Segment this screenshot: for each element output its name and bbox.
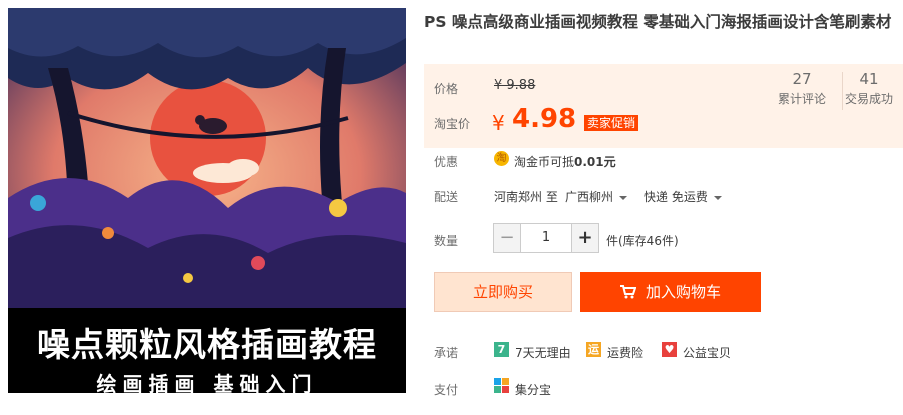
price-panel: 价格 ¥ 9.88 淘宝价 ¥ 4.98 卖家促销 27 累计评论 41 交易成… [424, 64, 903, 148]
original-price: ¥ 9.88 [494, 78, 536, 93]
stock-text: 件(库存46件) [606, 234, 679, 248]
image-caption-sub: 绘画插画 基础入门 [96, 372, 318, 393]
quantity-label: 数量 [434, 234, 459, 248]
promo-text: 淘金币可抵0.01元 [514, 153, 616, 170]
add-to-cart-button[interactable]: 加入购物车 [580, 272, 761, 312]
shipping-insurance-icon: 运 [586, 342, 601, 357]
quantity-stepper: − 1 + [493, 223, 599, 253]
promise-item-shipping-insurance[interactable]: 运费险 [607, 344, 643, 361]
quantity-increase-button[interactable]: + [571, 224, 598, 252]
chevron-down-icon [713, 195, 722, 200]
jifenbao-icon [494, 378, 509, 393]
payment-jifenbao[interactable]: 集分宝 [515, 381, 551, 398]
image-caption-main: 噪点颗粒风格插画教程 [37, 325, 377, 364]
original-price-label: 价格 [434, 82, 459, 96]
promise-item-7day[interactable]: 7天无理由 [515, 344, 571, 361]
promo-label: 优惠 [434, 155, 459, 169]
reviews-count: 27 [792, 70, 812, 88]
taobao-coin-icon: 淘 [494, 151, 509, 166]
payment-label: 支付 [434, 383, 459, 397]
illustration [8, 8, 406, 308]
shipping-label: 配送 [434, 190, 459, 204]
quantity-input[interactable]: 1 [521, 224, 571, 252]
promise-label: 承诺 [434, 346, 459, 360]
charity-heart-icon: ♥ [662, 342, 677, 357]
promise-item-charity[interactable]: 公益宝贝 [683, 344, 731, 361]
reviews-stat[interactable]: 27 累计评论 [769, 68, 835, 107]
shipping-method-dropdown[interactable]: 快递 免运费 [644, 188, 722, 205]
promo-tag: 卖家促销 [584, 115, 639, 131]
sales-count: 41 [859, 70, 879, 88]
shipping-destination-dropdown[interactable]: 广西柳州 [565, 188, 628, 205]
taobao-price-label: 淘宝价 [434, 117, 471, 131]
buy-now-button[interactable]: 立即购买 [434, 272, 572, 312]
promo-text-main: 淘金币可抵 [514, 155, 575, 169]
current-price: 4.98 [512, 104, 577, 134]
cart-icon [619, 285, 637, 299]
shipping-destination: 广西柳州 [565, 190, 614, 204]
product-image[interactable]: 噪点颗粒风格插画教程 绘画插画 基础入门 [8, 8, 406, 393]
promo-amount: 0.01元 [574, 155, 616, 169]
seven-day-return-icon: 7 [494, 342, 509, 357]
sales-stat: 41 交易成功 [836, 68, 902, 107]
add-to-cart-label: 加入购物车 [645, 283, 721, 301]
sales-label: 交易成功 [844, 92, 893, 106]
product-title: PS 噪点高级商业插画视频教程 零基础入门海报插画设计含笔刷素材 [424, 13, 892, 31]
shipping-method: 快递 免运费 [644, 190, 708, 204]
quantity-decrease-button[interactable]: − [494, 224, 521, 252]
currency-symbol: ¥ [492, 111, 505, 135]
reviews-label: 累计评论 [777, 92, 826, 106]
chevron-down-icon [619, 195, 628, 200]
shipping-from: 河南郑州 至 [494, 190, 558, 204]
